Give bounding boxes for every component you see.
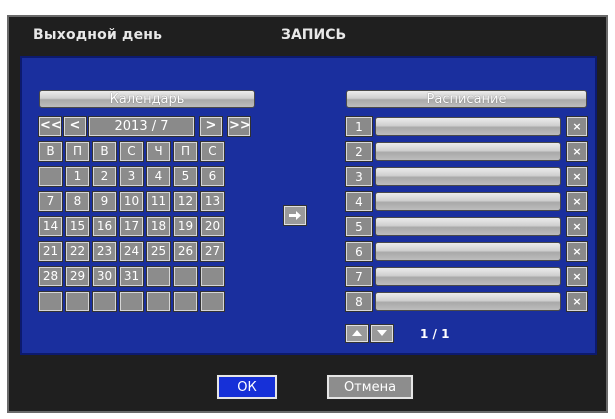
dialog-section-title: ЗАПИСЬ: [281, 27, 347, 43]
page-indicator: 1 / 1: [420, 327, 450, 341]
triangle-up-icon: [352, 330, 362, 336]
delete-entry-button[interactable]: ×: [566, 116, 588, 137]
calendar-day[interactable]: 9: [92, 191, 117, 212]
calendar-day[interactable]: 27: [200, 241, 225, 262]
schedule-row-number: 7: [345, 266, 373, 287]
weekday-label: П: [65, 141, 90, 162]
calendar-day[interactable]: 15: [65, 216, 90, 237]
calendar-day[interactable]: 28: [38, 266, 63, 287]
schedule-entry-field[interactable]: [375, 242, 561, 261]
calendar-day[interactable]: [119, 291, 144, 312]
calendar-day[interactable]: 22: [65, 241, 90, 262]
calendar-day[interactable]: [92, 291, 117, 312]
calendar-day[interactable]: 4: [146, 166, 171, 187]
schedule-entry-field[interactable]: [375, 292, 561, 311]
weekday-label: В: [92, 141, 117, 162]
calendar-day[interactable]: 25: [146, 241, 171, 262]
calendar-day[interactable]: 18: [146, 216, 171, 237]
calendar-title: Календарь: [39, 90, 255, 108]
calendar-day[interactable]: 26: [173, 241, 198, 262]
delete-entry-button[interactable]: ×: [566, 266, 588, 287]
delete-entry-button[interactable]: ×: [566, 216, 588, 237]
calendar-day[interactable]: [146, 266, 171, 287]
calendar-day[interactable]: [65, 291, 90, 312]
schedule-entry-field[interactable]: [375, 217, 561, 236]
calendar-day[interactable]: [173, 266, 198, 287]
cancel-button[interactable]: Отмена: [326, 374, 414, 400]
calendar-day[interactable]: [38, 166, 63, 187]
calendar-day[interactable]: 11: [146, 191, 171, 212]
calendar-day[interactable]: 10: [119, 191, 144, 212]
schedule-entry-field[interactable]: [375, 142, 561, 161]
schedule-entry-field[interactable]: [375, 192, 561, 211]
weekday-label: В: [38, 141, 63, 162]
calendar-day[interactable]: 29: [65, 266, 90, 287]
add-to-schedule-button[interactable]: [283, 205, 307, 226]
dialog-title: Выходной день: [33, 27, 163, 43]
calendar-day[interactable]: 1: [65, 166, 90, 187]
page-down-button[interactable]: [370, 324, 394, 343]
calendar-day[interactable]: 8: [65, 191, 90, 212]
holiday-dialog: Выходной день ЗАПИСЬ Календарь << < 2013…: [7, 15, 608, 413]
dialog-header: Выходной день ЗАПИСЬ: [9, 17, 606, 55]
delete-entry-button[interactable]: ×: [566, 191, 588, 212]
calendar-day[interactable]: 19: [173, 216, 198, 237]
schedule-row-number: 1: [345, 116, 373, 137]
calendar-day[interactable]: 2: [92, 166, 117, 187]
calendar-day[interactable]: 17: [119, 216, 144, 237]
delete-entry-button[interactable]: ×: [566, 166, 588, 187]
calendar-day[interactable]: 31: [119, 266, 144, 287]
calendar-day[interactable]: 30: [92, 266, 117, 287]
calendar-day[interactable]: [146, 291, 171, 312]
calendar-day[interactable]: 7: [38, 191, 63, 212]
calendar-day[interactable]: 3: [119, 166, 144, 187]
weekday-label: С: [119, 141, 144, 162]
next-month-button[interactable]: >: [199, 116, 223, 137]
calendar-day[interactable]: [200, 291, 225, 312]
schedule-row-number: 6: [345, 241, 373, 262]
schedule-row-number: 8: [345, 291, 373, 312]
ok-button[interactable]: ОК: [216, 374, 278, 400]
prev-month-button[interactable]: <: [63, 116, 87, 137]
prev-year-button[interactable]: <<: [38, 116, 62, 137]
calendar-day[interactable]: 12: [173, 191, 198, 212]
weekday-label: Ч: [146, 141, 171, 162]
calendar-day[interactable]: 21: [38, 241, 63, 262]
calendar-day[interactable]: 14: [38, 216, 63, 237]
schedule-row-number: 3: [345, 166, 373, 187]
current-month-display: 2013 / 7: [88, 116, 195, 137]
calendar-day[interactable]: [38, 291, 63, 312]
triangle-down-icon: [377, 330, 387, 336]
delete-entry-button[interactable]: ×: [566, 241, 588, 262]
calendar-day[interactable]: 6: [200, 166, 225, 187]
calendar-day[interactable]: 13: [200, 191, 225, 212]
delete-entry-button[interactable]: ×: [566, 291, 588, 312]
calendar-day[interactable]: [200, 266, 225, 287]
calendar-day[interactable]: 16: [92, 216, 117, 237]
calendar-day[interactable]: 5: [173, 166, 198, 187]
schedule-entry-field[interactable]: [375, 117, 561, 136]
weekday-label: С: [200, 141, 225, 162]
schedule-entry-field[interactable]: [375, 267, 561, 286]
calendar-day[interactable]: 20: [200, 216, 225, 237]
delete-entry-button[interactable]: ×: [566, 141, 588, 162]
schedule-entry-field[interactable]: [375, 167, 561, 186]
schedule-row-number: 4: [345, 191, 373, 212]
schedule-title: Расписание: [346, 90, 587, 108]
arrow-right-icon: [289, 211, 301, 220]
schedule-row-number: 5: [345, 216, 373, 237]
next-year-button[interactable]: >>: [227, 116, 251, 137]
calendar-day[interactable]: 24: [119, 241, 144, 262]
schedule-row-number: 2: [345, 141, 373, 162]
page-up-button[interactable]: [345, 324, 369, 343]
content-panel: Календарь << < 2013 / 7 > >> ВПВСЧПС 123…: [20, 56, 597, 355]
calendar-day[interactable]: [173, 291, 198, 312]
calendar-day[interactable]: 23: [92, 241, 117, 262]
weekday-label: П: [173, 141, 198, 162]
